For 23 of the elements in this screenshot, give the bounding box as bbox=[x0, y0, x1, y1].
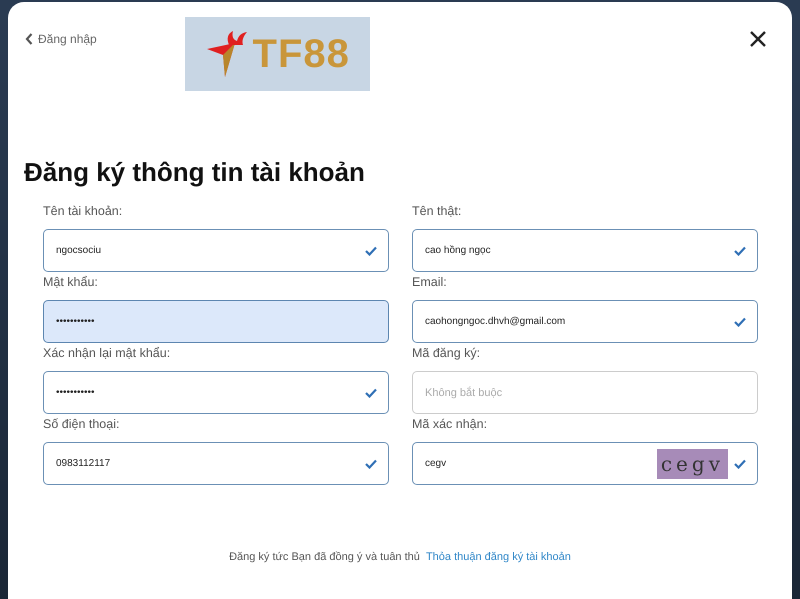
field-label: Mật khẩu: bbox=[43, 275, 99, 291]
chevron-left-icon bbox=[25, 33, 33, 45]
captcha-image: cegv bbox=[656, 448, 728, 478]
input-field[interactable]: 0983112117 bbox=[43, 442, 389, 485]
field-label: Tên tài khoản: bbox=[43, 204, 124, 220]
field-label: Số điện thoại: bbox=[43, 417, 120, 433]
close-icon bbox=[750, 31, 766, 47]
input-field[interactable]: ••••••••••• bbox=[43, 300, 389, 343]
input-field[interactable]: cegv cegv bbox=[412, 442, 758, 485]
field-label: Mã đăng ký: bbox=[412, 346, 482, 362]
field-label: Email: bbox=[412, 275, 448, 291]
input-field[interactable]: caohongngoc.dhvh@gmail.com bbox=[412, 300, 758, 343]
form-title: Đăng ký thông tin tài khoản bbox=[24, 157, 366, 188]
input-field[interactable]: cao hồng ngọc bbox=[412, 229, 758, 272]
input-field[interactable]: ngocsociu bbox=[43, 229, 389, 272]
terms-link[interactable]: Thỏa thuận đăng ký tài khoản bbox=[426, 551, 571, 563]
logo: TF88 bbox=[184, 17, 370, 91]
field-label: Tên thật: bbox=[412, 204, 462, 220]
terms-text: Đăng ký tức Bạn đã đồng ý và tuân thủ Thỏa thuận đăng ký tài khoản bbox=[228, 551, 572, 563]
back-link[interactable]: Đăng nhập bbox=[25, 32, 97, 46]
field-label: Mã xác nhận: bbox=[412, 417, 488, 433]
input-field[interactable]: ••••••••••• bbox=[43, 371, 389, 414]
field-label: Xác nhận lại mật khẩu: bbox=[43, 346, 172, 362]
